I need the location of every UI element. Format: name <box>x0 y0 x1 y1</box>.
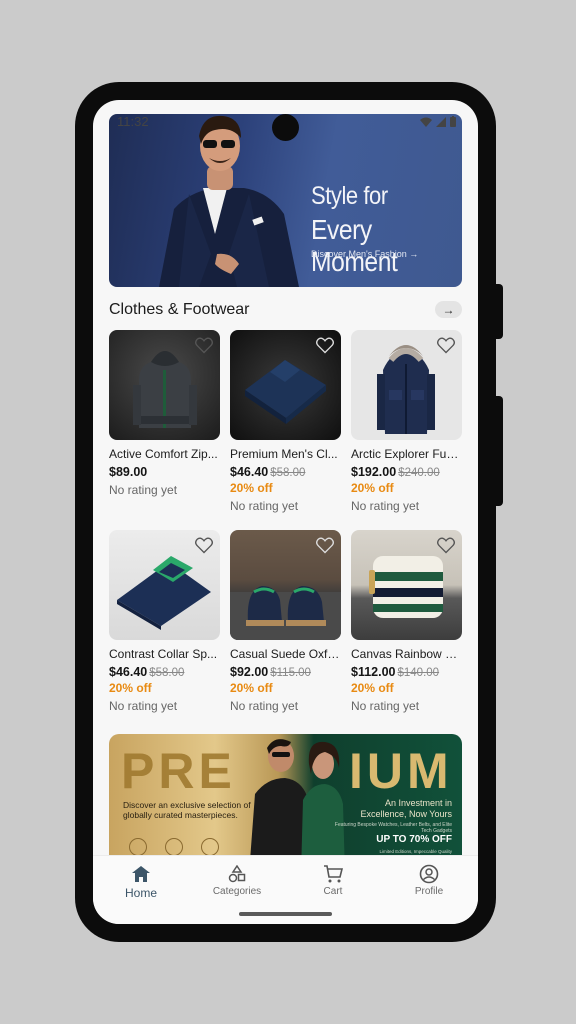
product-price: $112.00 $140.00 <box>351 665 439 679</box>
nav-home[interactable]: Home <box>93 864 189 900</box>
heart-icon[interactable] <box>194 335 214 355</box>
nav-categories-label: Categories <box>212 886 262 897</box>
discount-label: 20% off <box>351 481 394 495</box>
nav-cart[interactable]: Cart <box>285 864 381 897</box>
status-time: 11:32 <box>117 114 149 129</box>
section-see-all-button[interactable]: → <box>435 301 462 318</box>
discount-label: 20% off <box>230 481 273 495</box>
product-name: Active Comfort Zip... <box>109 447 218 461</box>
product-price: $92.00 $115.00 <box>230 665 311 679</box>
premium-description: Discover an exclusive selection of globa… <box>123 800 251 820</box>
heart-icon[interactable] <box>194 535 214 555</box>
heart-icon[interactable] <box>315 535 335 555</box>
product-card[interactable]: Arctic Explorer Fur-... $192.00 $240.00 2… <box>351 330 462 516</box>
product-price: $46.40 $58.00 <box>230 465 305 479</box>
product-name: Premium Men's Cl... <box>230 447 338 461</box>
product-name: Contrast Collar Sp... <box>109 647 218 661</box>
premium-belt-badge <box>165 838 183 856</box>
premium-gadget-badge <box>201 838 219 856</box>
premium-offer: UP TO 70% OFF <box>376 834 452 845</box>
product-name: Casual Suede Oxfo... <box>230 647 341 661</box>
discount-label: 20% off <box>351 681 394 695</box>
product-card[interactable]: Contrast Collar Sp... $46.40 $58.00 20% o… <box>109 530 220 716</box>
product-rating: No rating yet <box>230 699 299 713</box>
price-original: $140.00 <box>397 667 440 679</box>
product-card[interactable]: Casual Suede Oxfo... $92.00 $115.00 20% o… <box>230 530 341 716</box>
hero-title-line2: Every Moment <box>311 214 398 277</box>
product-name: Arctic Explorer Fur-... <box>351 447 462 461</box>
product-price: $46.40 $58.00 <box>109 665 184 679</box>
product-name: Canvas Rainbow S... <box>351 647 462 661</box>
premium-investment-text: An Investment in Excellence, Now Yours <box>360 798 452 819</box>
price-current: $46.40 <box>109 665 148 679</box>
price-current: $192.00 <box>351 465 397 479</box>
hero-cta-link[interactable]: Discover Men's Fashion → <box>311 249 418 259</box>
profile-icon <box>419 864 439 884</box>
discount-label: 20% off <box>109 681 152 695</box>
product-price: $89.00 <box>109 465 147 479</box>
power-button <box>494 284 503 339</box>
product-rating: No rating yet <box>351 699 420 713</box>
price-current: $46.40 <box>230 465 269 479</box>
home-icon <box>132 866 150 882</box>
arrow-right-icon: → <box>442 302 455 317</box>
camera-cutout <box>272 114 299 141</box>
product-rating: No rating yet <box>109 483 178 497</box>
nav-profile-label: Profile <box>414 886 444 897</box>
gesture-bar[interactable] <box>239 912 332 916</box>
price-original: $58.00 <box>270 467 306 479</box>
nav-categories[interactable]: Categories <box>189 864 285 897</box>
product-rating: No rating yet <box>109 699 178 713</box>
product-card[interactable]: Canvas Rainbow S... $112.00 $140.00 20% o… <box>351 530 462 716</box>
battery-icon <box>450 116 456 127</box>
heart-icon[interactable] <box>315 335 335 355</box>
discount-label: 20% off <box>230 681 273 695</box>
categories-icon <box>228 865 246 883</box>
price-current: $112.00 <box>351 665 396 679</box>
screen: 11:32 Style for Every Moment Discover Me… <box>93 100 478 924</box>
price-current: $92.00 <box>230 665 269 679</box>
premium-word-left: PRE <box>121 743 236 799</box>
heart-icon[interactable] <box>436 535 456 555</box>
wifi-icon <box>420 117 432 127</box>
product-card[interactable]: Premium Men's Cl... $46.40 $58.00 20% off… <box>230 330 341 516</box>
product-rating: No rating yet <box>230 499 299 513</box>
signal-icon <box>436 116 446 127</box>
premium-couple-image <box>249 739 345 874</box>
premium-watch-badge <box>129 838 147 856</box>
price-original: $240.00 <box>398 467 440 479</box>
product-card[interactable]: Active Comfort Zip... $89.00 No rating y… <box>109 330 220 516</box>
volume-button <box>494 396 503 506</box>
price-original: $58.00 <box>149 667 185 679</box>
section-title: Clothes & Footwear <box>109 301 250 318</box>
heart-icon[interactable] <box>436 335 456 355</box>
nav-cart-label: Cart <box>323 886 343 897</box>
product-price: $192.00 $240.00 <box>351 465 440 479</box>
premium-word-right: IUM <box>349 743 453 799</box>
cart-icon <box>324 865 343 883</box>
premium-limited-text: Limited Editions, Impeccable Quality <box>379 849 452 854</box>
product-rating: No rating yet <box>351 499 420 513</box>
price-original: $115.00 <box>270 667 311 679</box>
nav-profile[interactable]: Profile <box>381 864 477 897</box>
status-icons <box>420 116 456 127</box>
hero-title-line1: Style for <box>311 182 388 210</box>
phone-frame: 11:32 Style for Every Moment Discover Me… <box>75 82 496 942</box>
price-current: $89.00 <box>109 465 148 479</box>
nav-home-label: Home <box>124 886 157 900</box>
premium-banner[interactable]: PRE IUM Discover an exclusive selection … <box>109 734 462 874</box>
premium-featuring-text: Featuring Bespoke Watches, Leather Belts… <box>334 822 452 834</box>
